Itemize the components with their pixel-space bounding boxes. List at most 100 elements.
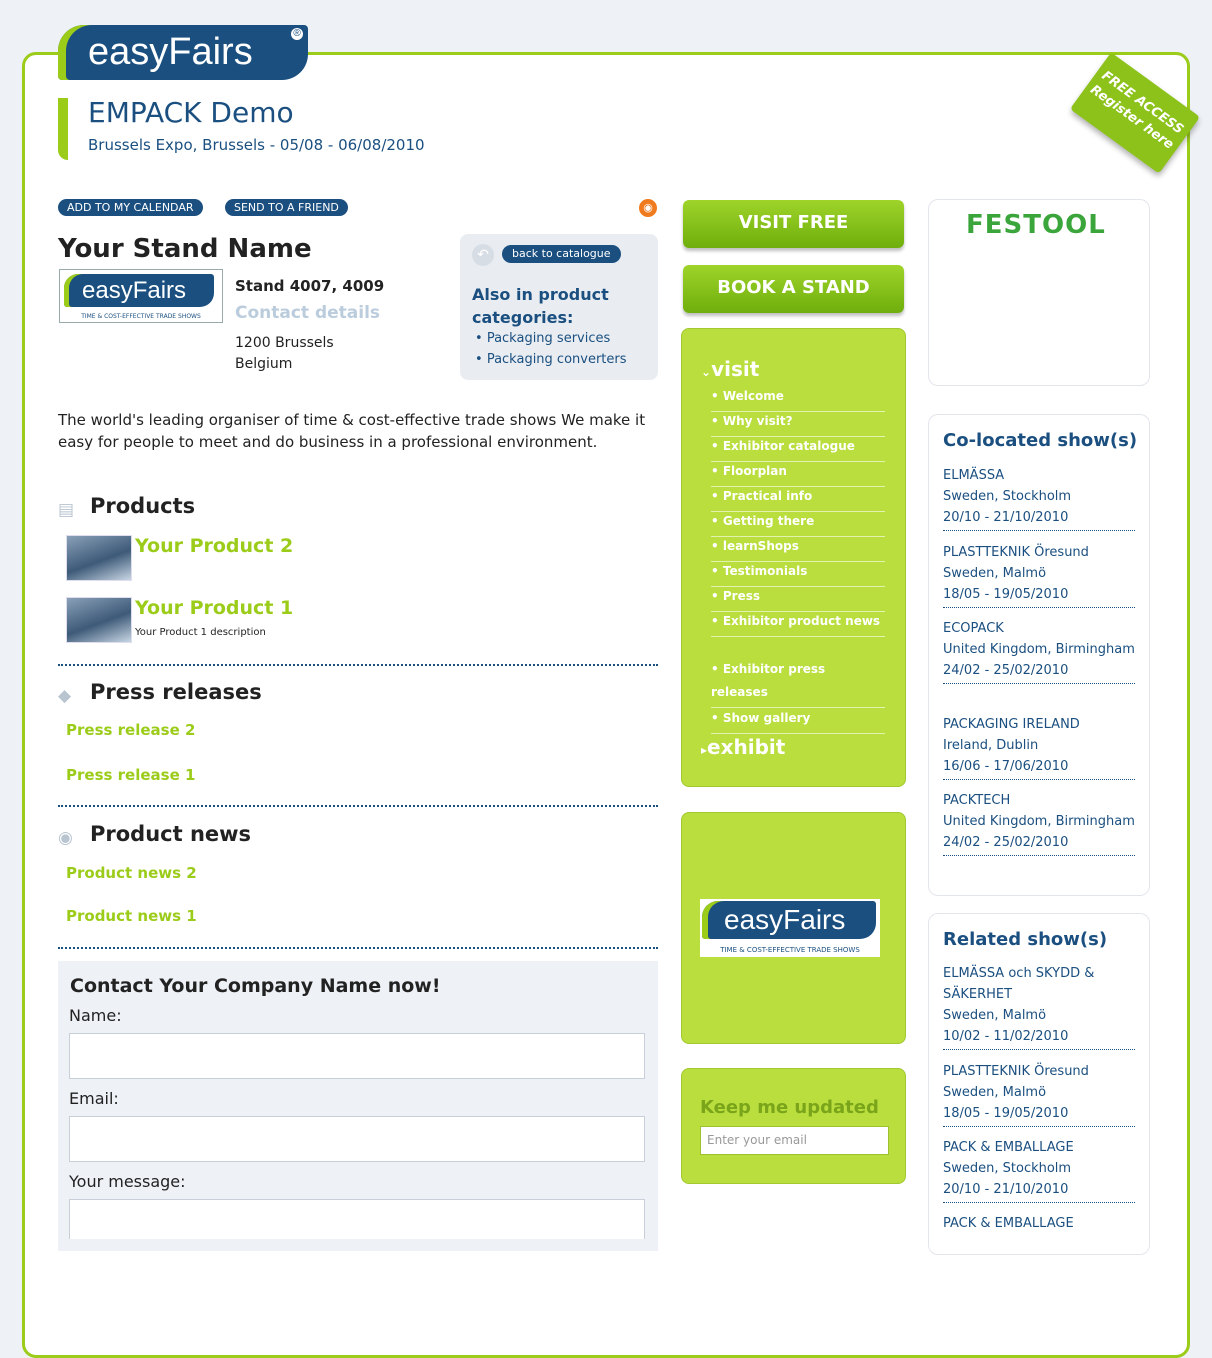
show-location: United Kingdom, Birmingham	[943, 642, 1135, 657]
registered-mark: ®	[291, 28, 303, 40]
add-to-calendar-button[interactable]: ADD TO MY CALENDAR	[58, 199, 203, 216]
product-news-link[interactable]: Product news 1	[66, 907, 197, 925]
email-field[interactable]	[69, 1116, 645, 1162]
contact-details-link[interactable]: Contact details	[235, 303, 380, 323]
show-item[interactable]: ELMÄSSA och SKYDD & SÄKERHET Sweden, Mal…	[943, 963, 1135, 1050]
press-heading-text: Press releases	[90, 680, 262, 704]
colocated-title: Co-located show(s)	[943, 430, 1138, 451]
products-heading: ▤ Products	[58, 494, 195, 520]
book-stand-button[interactable]: BOOK A STAND	[683, 265, 904, 313]
show-item[interactable]: ELMÄSSA Sweden, Stockholm 20/10 - 21/10/…	[943, 465, 1135, 531]
address-city: 1200 Brussels	[235, 335, 334, 351]
event-subtitle: Brussels Expo, Brussels - 05/08 - 06/08/…	[88, 136, 425, 154]
menu-item-exhibitor-press-releases[interactable]: Exhibitor press releases	[711, 658, 885, 708]
show-location: Sweden, Malmö	[943, 1008, 1047, 1023]
menu-item-welcome[interactable]: Welcome	[711, 385, 885, 412]
name-field[interactable]	[69, 1033, 645, 1079]
press-heading: ◆ Press releases	[58, 680, 262, 706]
menu-item-getting-there[interactable]: Getting there	[711, 510, 885, 537]
exhibit-heading-text: exhibit	[707, 735, 786, 759]
product-link[interactable]: Your Product 2	[135, 535, 293, 557]
logo-text: easyFairs	[88, 31, 253, 73]
show-item[interactable]: PLASTTEKNIK Öresund Sweden, Malmö 18/05 …	[943, 1061, 1135, 1127]
visit-free-button[interactable]: VISIT FREE	[683, 200, 904, 248]
categories-title: Also in product categories:	[472, 285, 609, 327]
product-description: Your Product 1 description	[135, 627, 266, 638]
press-release-link[interactable]: Press release 2	[66, 721, 195, 739]
name-label: Name:	[69, 1006, 122, 1025]
show-name: PACKAGING IRELAND	[943, 717, 1080, 732]
section-divider	[58, 805, 658, 807]
news-icon: ◉	[58, 828, 73, 848]
back-arrow-icon[interactable]: ↶	[472, 244, 494, 266]
show-dates: 16/06 - 17/06/2010	[943, 759, 1069, 774]
festool-logo[interactable]: FESTOOL	[966, 210, 1106, 240]
back-to-catalogue-button[interactable]: back to catalogue	[502, 245, 621, 263]
newsletter-title: Keep me updated	[700, 1097, 879, 1118]
show-location: Sweden, Stockholm	[943, 1161, 1072, 1176]
news-heading-text: Product news	[90, 822, 252, 846]
menu-item-exhibitor-product-news[interactable]: Exhibitor product news	[711, 610, 885, 637]
show-name: ELMÄSSA och SKYDD & SÄKERHET	[943, 966, 1095, 1002]
show-item[interactable]: PACKTECH United Kingdom, Birmingham 24/0…	[943, 790, 1135, 856]
show-dates: 18/05 - 19/05/2010	[943, 587, 1069, 602]
stand-name: Your Stand Name	[58, 234, 312, 264]
show-location: United Kingdom, Birmingham	[943, 814, 1135, 829]
related-title: Related show(s)	[943, 929, 1108, 950]
menu-item-testimonials[interactable]: Testimonials	[711, 560, 885, 587]
product-link[interactable]: Your Product 1	[135, 597, 293, 619]
show-item[interactable]: PACK & EMBALLAGE Sweden, Stockholm 20/10…	[943, 1137, 1135, 1203]
title-accent-bar	[58, 98, 68, 160]
show-item[interactable]: ECOPACK United Kingdom, Birmingham 24/02…	[943, 618, 1135, 684]
event-title: EMPACK Demo	[88, 96, 294, 129]
address-country: Belgium	[235, 356, 293, 372]
promo-logo-mark: easyFairs	[702, 901, 876, 939]
stand-description: The world's leading organiser of time & …	[58, 411, 646, 451]
product-news-link[interactable]: Product news 2	[66, 864, 197, 882]
show-item[interactable]: PACK & EMBALLAGE	[943, 1213, 1135, 1236]
press-release-link[interactable]: Press release 1	[66, 766, 195, 784]
product-thumbnail[interactable]	[66, 535, 132, 581]
rss-icon[interactable]: ◉	[639, 199, 657, 217]
menu-item-learnshops[interactable]: learnShops	[711, 535, 885, 562]
show-name: PLASTTEKNIK Öresund	[943, 1064, 1089, 1079]
visit-heading-text: visit	[711, 357, 760, 381]
menu-item-exhibitor-catalogue[interactable]: Exhibitor catalogue	[711, 435, 885, 462]
section-divider	[58, 947, 658, 949]
show-name: ELMÄSSA	[943, 468, 1005, 483]
show-location: Sweden, Stockholm	[943, 489, 1072, 504]
exhibitor-logo-tagline: TIME & COST-EFFECTIVE TRADE SHOWS	[81, 313, 201, 320]
show-item[interactable]: PLASTTEKNIK Öresund Sweden, Malmö 18/05 …	[943, 542, 1135, 608]
exhibitor-logo-mark: easyFairs	[64, 274, 214, 307]
newsletter-email-input[interactable]: Enter your email	[700, 1126, 889, 1155]
show-dates: 10/02 - 11/02/2010	[943, 1029, 1069, 1044]
easyfairs-promo-logo[interactable]: easyFairs TIME & COST-EFFECTIVE TRADE SH…	[700, 899, 880, 957]
stand-number: Stand 4007, 4009	[235, 277, 385, 295]
menu-item-practical-info[interactable]: Practical info	[711, 485, 885, 512]
exhibit-menu-heading[interactable]: ▸exhibit	[701, 735, 785, 759]
menu-item-why-visit[interactable]: Why visit?	[711, 410, 885, 437]
show-dates: 24/02 - 25/02/2010	[943, 663, 1069, 678]
show-location: Ireland, Dublin	[943, 738, 1039, 753]
visit-menu-heading[interactable]: ⌄visit	[701, 357, 759, 381]
menu-item-floorplan[interactable]: Floorplan	[711, 460, 885, 487]
stand-address: 1200 Brussels Belgium	[235, 333, 334, 375]
easyfairs-logo[interactable]: easyFairs ®	[58, 25, 308, 80]
category-item[interactable]: Packaging converters	[475, 349, 627, 370]
show-dates: 20/10 - 21/10/2010	[943, 1182, 1069, 1197]
show-name: PACK & EMBALLAGE	[943, 1216, 1074, 1231]
show-location: Sweden, Malmö	[943, 1085, 1047, 1100]
show-location: Sweden, Malmö	[943, 566, 1047, 581]
message-field[interactable]	[69, 1199, 645, 1239]
show-dates: 20/10 - 21/10/2010	[943, 510, 1069, 525]
chevron-down-icon: ⌄	[701, 365, 712, 379]
menu-item-press[interactable]: Press	[711, 585, 885, 612]
send-to-friend-button[interactable]: SEND TO A FRIEND	[225, 199, 348, 216]
menu-item-show-gallery[interactable]: Show gallery	[711, 707, 885, 734]
news-heading: ◉ Product news	[58, 822, 252, 848]
show-dates: 24/02 - 25/02/2010	[943, 835, 1069, 850]
product-thumbnail[interactable]	[66, 597, 132, 643]
category-item[interactable]: Packaging services	[475, 328, 627, 349]
show-item[interactable]: PACKAGING IRELAND Ireland, Dublin 16/06 …	[943, 714, 1135, 780]
promo-logo-tagline: TIME & COST-EFFECTIVE TRADE SHOWS	[720, 946, 860, 954]
